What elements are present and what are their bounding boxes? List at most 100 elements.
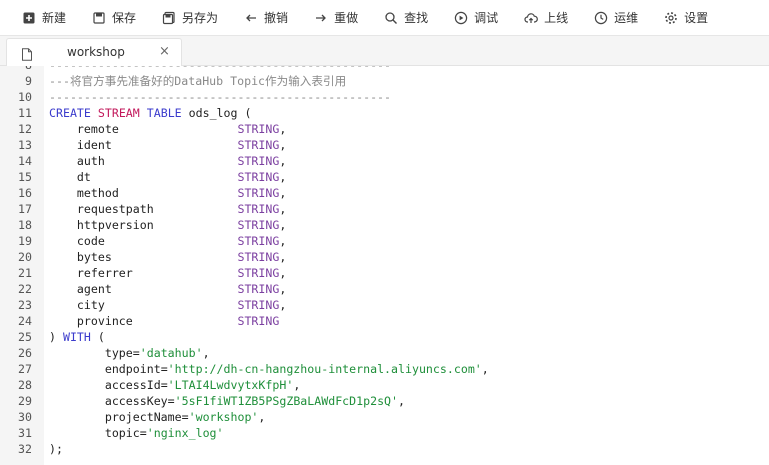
code-text: province STRING: [76, 314, 280, 328]
save-as-icon: [162, 11, 176, 25]
tab-bar: workshop ×: [0, 36, 769, 66]
code-line[interactable]: 29 accessKey='5sF1fiWT1ZB5PSgZBaLAWdFcD1…: [0, 393, 769, 409]
code-line[interactable]: 9 ---将官方事先准备好的DataHub Topic作为输入表引用: [0, 73, 769, 89]
line-number: 25: [18, 330, 32, 344]
line-number: 12: [18, 122, 32, 136]
gear-icon: [664, 11, 678, 25]
save-as-label: 另存为: [182, 11, 219, 25]
ops-button[interactable]: 运维: [594, 0, 638, 36]
code-line[interactable]: 17 requestpath STRING,: [0, 201, 769, 217]
code-line[interactable]: 26 type='datahub',: [0, 345, 769, 361]
code-text: ----------------------------------------…: [49, 66, 391, 73]
line-number: 13: [18, 138, 32, 152]
code-line[interactable]: 12 remote STRING,: [0, 121, 769, 137]
toolbar: 新建 保存 另存为 撤销 重做 查找 调试 上线 运维 设置: [0, 0, 769, 36]
tab-title: workshop: [67, 45, 125, 59]
find-button[interactable]: 查找: [384, 0, 428, 36]
file-icon: [21, 46, 33, 61]
code-line[interactable]: 19 code STRING,: [0, 233, 769, 249]
line-number: 8: [0, 66, 32, 73]
code-line[interactable]: 23 city STRING,: [0, 297, 769, 313]
ops-label: 运维: [614, 11, 639, 25]
code-line[interactable]: 10 --------------------------------------…: [0, 89, 769, 105]
new-button[interactable]: 新建: [22, 0, 66, 36]
code-text: city STRING,: [76, 298, 287, 312]
settings-button[interactable]: 设置: [664, 0, 708, 36]
code-text: code STRING,: [76, 234, 287, 248]
undo-label: 撤销: [264, 11, 289, 25]
save-as-button[interactable]: 另存为: [162, 0, 218, 36]
redo-label: 重做: [334, 11, 359, 25]
line-number: 21: [18, 266, 32, 280]
save-label: 保存: [112, 11, 137, 25]
code-line[interactable]: 22 agent STRING,: [0, 281, 769, 297]
code-text: bytes STRING,: [76, 250, 287, 264]
save-button[interactable]: 保存: [92, 0, 136, 36]
code-text: remote STRING,: [76, 122, 287, 136]
line-number: 19: [18, 234, 32, 248]
code-line[interactable]: 25 ) WITH (: [0, 329, 769, 345]
code-text: type='datahub',: [104, 346, 210, 360]
code-line[interactable]: 15 dt STRING,: [0, 169, 769, 185]
line-number: 29: [18, 394, 32, 408]
line-number: 28: [18, 378, 32, 392]
code-text: httpversion STRING,: [76, 218, 287, 232]
code-line[interactable]: 13 ident STRING,: [0, 137, 769, 153]
line-number: 26: [18, 346, 32, 360]
code-text: requestpath STRING,: [76, 202, 287, 216]
code-line[interactable]: 21 referrer STRING,: [0, 265, 769, 281]
publish-label: 上线: [544, 11, 569, 25]
code-line[interactable]: 8 ---------------------------------------…: [0, 66, 769, 73]
code-line[interactable]: 24 province STRING: [0, 313, 769, 329]
code-lines: 8 ---------------------------------------…: [0, 66, 769, 457]
line-number: 27: [18, 362, 32, 376]
code-text: ) WITH (: [49, 330, 105, 344]
code-text: accessKey='5sF1fiWT1ZB5PSgZBaLAWdFcD1p2s…: [104, 394, 406, 408]
save-icon: [92, 11, 106, 25]
publish-button[interactable]: 上线: [524, 0, 568, 36]
line-number: 22: [18, 282, 32, 296]
line-number: 23: [18, 298, 32, 312]
code-text: accessId='LTAI4LwdvytxKfpH',: [104, 378, 301, 392]
code-line[interactable]: 28 accessId='LTAI4LwdvytxKfpH',: [0, 377, 769, 393]
code-text: agent STRING,: [76, 282, 287, 296]
find-label: 查找: [404, 11, 429, 25]
line-number: 24: [18, 314, 32, 328]
line-number: 11: [18, 106, 32, 120]
undo-icon: [244, 11, 258, 25]
line-number: 15: [18, 170, 32, 184]
code-line[interactable]: 14 auth STRING,: [0, 153, 769, 169]
play-circle-icon: [454, 11, 468, 25]
code-text: dt STRING,: [76, 170, 287, 184]
tab-workshop[interactable]: workshop ×: [6, 38, 182, 66]
code-text: referrer STRING,: [76, 266, 287, 280]
line-number: 32: [18, 442, 32, 456]
code-editor[interactable]: 8 ---------------------------------------…: [0, 66, 769, 465]
line-number: 16: [18, 186, 32, 200]
line-number: 14: [18, 154, 32, 168]
code-text: ---将官方事先准备好的DataHub Topic作为输入表引用: [49, 74, 347, 88]
code-line[interactable]: 32);: [0, 441, 769, 457]
code-line[interactable]: 27 endpoint='http://dh-cn-hangzhou-inter…: [0, 361, 769, 377]
code-line[interactable]: 20 bytes STRING,: [0, 249, 769, 265]
settings-label: 设置: [684, 11, 709, 25]
code-line[interactable]: 18 httpversion STRING,: [0, 217, 769, 233]
code-text: ----------------------------------------…: [49, 90, 392, 104]
code-line[interactable]: 30 projectName='workshop',: [0, 409, 769, 425]
redo-button[interactable]: 重做: [314, 0, 358, 36]
undo-button[interactable]: 撤销: [244, 0, 288, 36]
code-text: method STRING,: [76, 186, 287, 200]
redo-icon: [314, 11, 328, 25]
code-line[interactable]: 11 CREATE STREAM TABLE ods_log (: [0, 105, 769, 121]
code-line[interactable]: 31 topic='nginx_log': [0, 425, 769, 441]
line-number: 17: [18, 202, 32, 216]
tab-close-button[interactable]: ×: [159, 44, 170, 59]
code-text: );: [49, 442, 63, 456]
line-number: 31: [18, 426, 32, 440]
code-text: auth STRING,: [76, 154, 287, 168]
code-text: endpoint='http://dh-cn-hangzhou-internal…: [104, 362, 489, 376]
clock-icon: [594, 11, 608, 25]
search-icon: [384, 11, 398, 25]
debug-button[interactable]: 调试: [454, 0, 498, 36]
code-line[interactable]: 16 method STRING,: [0, 185, 769, 201]
